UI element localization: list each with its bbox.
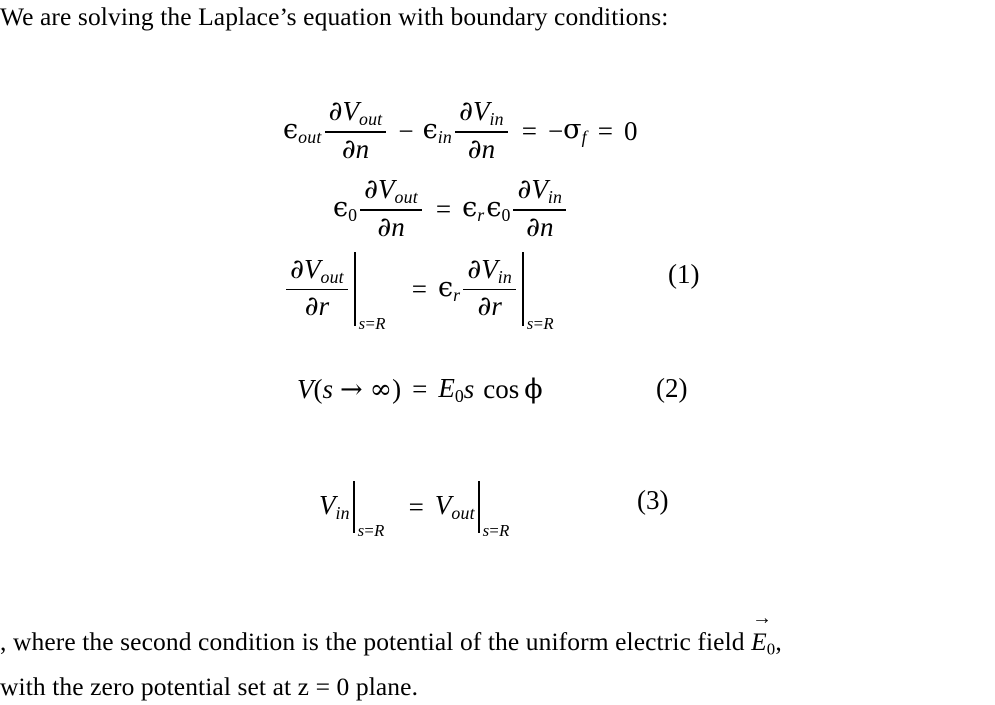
closing-paragraph-line-2: with the zero potential set at z = 0 pla…: [0, 671, 419, 701]
closing-paragraph: , where the second condition is the pote…: [0, 607, 782, 705]
rhs-minus-operator: −: [547, 115, 564, 146]
equation-tag-1: (1): [668, 259, 700, 289]
epsilon-out-subscript: out: [298, 127, 322, 148]
closing-text-before-vector: , where the second condition is the pote…: [0, 627, 752, 656]
fraction-denominator: ∂n: [526, 211, 554, 243]
evaluation-bar-in: s=R: [352, 481, 385, 540]
closing-text-after-vector: ,: [775, 627, 782, 656]
closing-paragraph-line-1: , where the second condition is the pote…: [0, 607, 782, 668]
potential-inner-symbol: Vin: [319, 490, 350, 523]
equals-operator: =: [412, 374, 428, 405]
equals-operator: =: [408, 491, 424, 522]
equals-operator: =: [435, 193, 452, 224]
fraction-numerator: ∂Vin: [467, 253, 512, 287]
vertical-bar-icon: [477, 481, 480, 533]
fraction-numerator: ∂Vout: [290, 253, 344, 287]
fraction-denominator: ∂r: [304, 291, 330, 323]
evaluation-condition: s=R: [358, 314, 386, 333]
potential-outer-symbol: Vout: [434, 490, 475, 523]
epsilon-in-subscript: in: [437, 127, 452, 148]
evaluation-condition: s=R: [482, 521, 510, 540]
cosine-function: cos: [483, 374, 520, 405]
evaluation-bar-out: s=R: [353, 252, 386, 333]
fraction-dVout-dr: ∂Vout ∂r: [286, 253, 348, 323]
equation-tag-2: (2): [656, 373, 688, 403]
open-paren: (: [313, 374, 323, 405]
fraction-denominator: ∂r: [477, 291, 502, 323]
radial-coordinate-s: s: [463, 374, 475, 405]
vertical-bar-icon: [353, 252, 356, 326]
rhs-zero-value: 0: [624, 115, 638, 146]
equals-operator-2: =: [597, 115, 613, 146]
equation-3: Vin s=R = Vout s=R: [319, 481, 510, 540]
epsilon-r-symbol: ϵr: [462, 192, 485, 226]
fraction-dVout-dn: ∂Vout ∂n: [324, 96, 387, 165]
equals-operator: =: [411, 273, 427, 304]
fraction-numerator: ∂Vin: [458, 96, 504, 129]
fraction-denominator: ∂n: [341, 133, 370, 165]
equation-2: V ( s → ∞ ) = E0 s cos ϕ: [297, 373, 543, 407]
fraction-denominator: ∂n: [467, 133, 496, 165]
close-paren: ): [392, 374, 402, 405]
equation-1-line-2: ϵ0 ∂Vout ∂n = ϵr ϵ0 ∂Vin ∂n: [333, 174, 569, 244]
evaluation-bar-out: s=R: [477, 481, 510, 540]
epsilon-out-symbol: ϵout: [283, 114, 322, 148]
fraction-numerator: ∂Vin: [517, 174, 563, 207]
fraction-dVin-dn: ∂Vin ∂n: [513, 174, 567, 243]
sigma-f-symbol: σf: [563, 114, 587, 148]
equals-operator: =: [521, 115, 537, 146]
vector-E0-symbol: → E0: [751, 607, 776, 659]
potential-symbol: V: [297, 374, 314, 405]
fraction-numerator: ∂Vout: [328, 96, 383, 129]
vertical-bar-icon: [521, 252, 524, 326]
infinity-icon: ∞: [369, 374, 393, 406]
evaluation-condition: s=R: [357, 521, 385, 540]
fraction-dVin-dn: ∂Vin ∂n: [454, 96, 508, 165]
field-strength-symbol: E0: [438, 373, 464, 406]
fraction-denominator: ∂n: [377, 211, 405, 243]
fraction-numerator: ∂Vout: [364, 174, 418, 207]
evaluation-condition: s=R: [526, 314, 554, 333]
equation-1-line-1: ϵout ∂Vout ∂n − ϵin ∂Vin ∂n = − σf = 0: [283, 96, 638, 166]
epsilon-zero-symbol-rhs: ϵ0: [486, 192, 511, 226]
evaluation-bar-in: s=R: [521, 252, 554, 333]
vector-arrow-icon: →: [752, 607, 773, 630]
fraction-dVin-dr: ∂Vin ∂r: [463, 253, 516, 323]
epsilon-in-symbol: ϵin: [422, 114, 452, 148]
argument-s: s: [322, 374, 334, 405]
fraction-dVout-dn: ∂Vout ∂n: [360, 174, 422, 243]
epsilon-r-symbol: ϵr: [437, 272, 461, 305]
right-arrow-icon: →: [340, 374, 363, 406]
epsilon-zero-symbol: ϵ0: [333, 192, 358, 226]
equation-1-line-3: ∂Vout ∂r s=R = ϵr ∂Vin ∂r s=R: [283, 252, 554, 333]
minus-operator: −: [398, 115, 414, 146]
phi-symbol: ϕ: [524, 374, 543, 406]
intro-paragraph: We are solving the Laplace’s equation wi…: [0, 2, 669, 31]
equation-tag-3: (3): [637, 485, 669, 515]
vertical-bar-icon: [352, 481, 355, 533]
